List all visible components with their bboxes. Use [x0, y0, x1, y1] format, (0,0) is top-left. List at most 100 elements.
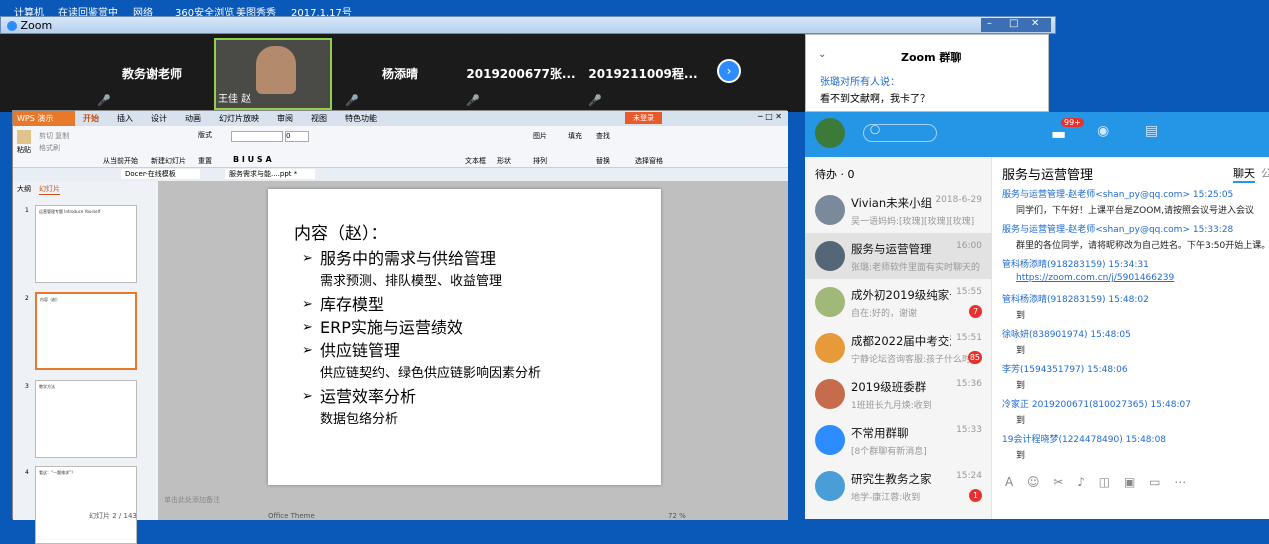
- tab-features[interactable]: 特色功能: [345, 113, 377, 124]
- slide-bullet: ➢ 库存模型: [302, 295, 385, 314]
- announcement-tab[interactable]: 公: [1261, 165, 1269, 181]
- emoji-icon[interactable]: ☺: [1027, 475, 1040, 489]
- chat-pane: 服务与运营管理 聊天 公 服务与运营管理-赵老师<shan_py@qq.com>…: [993, 157, 1269, 519]
- more-icon[interactable]: ⋯: [1174, 475, 1186, 489]
- slide-bullets: ➢ 服务中的需求与供给管理 需求预测、排队模型、收益管理 ➢ 库存模型 ➢ ERP实施与运营…: [302, 247, 541, 431]
- zoom-chat-title: Zoom 群聊: [901, 51, 962, 64]
- thumb-number: 3: [25, 383, 29, 390]
- conversation-item[interactable]: 成外初2019级纯家长 15:55 自在:好的，谢谢 7: [805, 279, 992, 325]
- message-sender[interactable]: 管科杨添晴(918283159) 15:48:02: [1002, 292, 1149, 305]
- minimize-icon[interactable]: –: [987, 18, 992, 29]
- conversation-item[interactable]: 服务与运营管理 16:00 张璐:老师软件里面有实时聊天的: [805, 233, 992, 279]
- message-sender[interactable]: 服务与运营管理-赵老师<shan_py@qq.com> 15:25:05: [1002, 187, 1233, 200]
- textbox-button[interactable]: 文本框: [465, 156, 486, 166]
- participant-video-active[interactable]: 王佳 赵: [214, 38, 332, 110]
- paste-icon[interactable]: [17, 130, 31, 144]
- participant-tile[interactable]: 杨添晴 🎤: [341, 38, 459, 110]
- from-current-button[interactable]: 从当前开始: [103, 156, 138, 166]
- window-controls: – □ ✕: [981, 18, 1051, 32]
- participant-name: 2019211009程...: [588, 67, 698, 81]
- notes-placeholder[interactable]: 单击此处添加备注: [164, 495, 220, 505]
- copy-button[interactable]: 复制: [55, 132, 69, 140]
- avatar[interactable]: [815, 118, 845, 148]
- window-controls-icon[interactable]: ─ □ ✕: [758, 112, 782, 121]
- gift-icon[interactable]: ◫: [1099, 475, 1110, 489]
- conversation-time: 15:33: [956, 425, 982, 435]
- files-icon[interactable]: ▤: [1145, 123, 1158, 139]
- slide-thumbnail-selected[interactable]: 内容（赵）: [35, 292, 137, 370]
- message-text: 同学们，下午好！上课平台是ZOOM,请按照会议号进入会议: [1016, 206, 1254, 216]
- bullet-arrow-icon: ➢: [302, 320, 313, 335]
- tab-view[interactable]: 视图: [311, 113, 327, 124]
- message-sender[interactable]: 19会计程晓梦(1224478490) 15:48:08: [1002, 432, 1166, 445]
- message-sender[interactable]: 李芳(1594351797) 15:48:06: [1002, 362, 1128, 375]
- conversation-item[interactable]: 2019级班委群 15:36 1班班长九月焕:收到: [805, 371, 992, 417]
- zoom-titlebar: Zoom – □ ✕: [0, 16, 1056, 34]
- layout-button[interactable]: 版式: [198, 130, 212, 140]
- image-icon[interactable]: ▣: [1124, 475, 1135, 489]
- voice-icon[interactable]: ♪: [1077, 475, 1085, 489]
- outline-tab[interactable]: 大纲: [17, 184, 31, 194]
- slide-bullet: ➢ 供应链管理: [302, 341, 401, 360]
- login-button[interactable]: 未登录: [625, 112, 662, 124]
- shape-button[interactable]: 形状: [497, 156, 511, 166]
- paste-button[interactable]: 粘贴: [17, 146, 31, 154]
- tab-animation[interactable]: 动画: [185, 113, 201, 124]
- participant-tile[interactable]: 2019211009程... 🎤: [584, 38, 702, 110]
- replace-button[interactable]: 替换: [596, 156, 610, 166]
- chevron-down-icon[interactable]: ⌄: [818, 49, 826, 60]
- format-painter-button[interactable]: 格式刷: [39, 144, 60, 152]
- participant-tile[interactable]: 教务谢老师 🎤: [93, 38, 211, 110]
- cut-button[interactable]: 剪切: [39, 132, 53, 140]
- message-text: 群里的各位同学，请将昵称改为自己姓名。下午3:50开始上课。: [1016, 241, 1269, 251]
- conversation-item[interactable]: 研究生教务之家 15:24 地学-康江蓉:收到 1: [805, 463, 992, 509]
- thumb-text: 运营管理专题 Introduce Yourself: [39, 209, 101, 214]
- doc-tab-ppt[interactable]: 服务需求与能....ppt *: [225, 169, 316, 179]
- tab-design[interactable]: 设计: [151, 113, 167, 124]
- tab-slideshow[interactable]: 幻灯片放映: [219, 113, 259, 124]
- arrange-button[interactable]: 排列: [533, 156, 547, 166]
- current-slide[interactable]: 内容（赵）： ➢ 服务中的需求与供给管理 需求预测、排队模型、收益管理 ➢ 库存模型 ➢ E…: [268, 189, 661, 485]
- tab-review[interactable]: 审阅: [277, 113, 293, 124]
- fill-button[interactable]: 填充: [568, 131, 582, 141]
- find-button[interactable]: 查找: [596, 131, 610, 141]
- screenshot-icon[interactable]: ✂: [1053, 475, 1063, 489]
- font-select[interactable]: [231, 131, 283, 142]
- slide-thumbnail[interactable]: 教学方法: [35, 380, 137, 458]
- close-icon[interactable]: ✕: [1031, 18, 1039, 29]
- conversation-item[interactable]: 不常用群聊 15:33 [8个群聊有新消息]: [805, 417, 992, 463]
- message-link[interactable]: https://zoom.com.cn/j/5901466239: [1002, 273, 1174, 283]
- slide-thumbnail[interactable]: 运营管理专题 Introduce Yourself: [35, 205, 137, 283]
- participant-tile[interactable]: 2019200677张... 🎤: [462, 38, 580, 110]
- slide-thumbnail[interactable]: 看这：“一题难求”？: [35, 466, 137, 544]
- conversation-item[interactable]: 成都2022届中考交流 15:51 宁静论坛咨询客服:孩子什么时 85: [805, 325, 992, 371]
- picture-button[interactable]: 图片: [533, 131, 547, 141]
- message-sender[interactable]: 管科杨添晴(918283159) 15:34:31: [1002, 257, 1149, 270]
- message-sender[interactable]: 徐咏妍(838901974) 15:48:05: [1002, 327, 1131, 340]
- todo-label[interactable]: 待办 · 0: [815, 166, 855, 182]
- font-icon[interactable]: A: [1005, 475, 1013, 489]
- tab-home[interactable]: 开始: [83, 113, 99, 124]
- search-input[interactable]: ◯: [863, 124, 937, 142]
- contacts-icon[interactable]: ◉: [1097, 123, 1109, 139]
- conversation-item[interactable]: Vivian未来小组 2018-6-29 吴一语妈妈:[玫瑰][玫瑰][玫瑰]: [805, 187, 992, 233]
- maximize-icon[interactable]: □: [1009, 18, 1018, 29]
- tab-insert[interactable]: 插入: [117, 113, 133, 124]
- wps-app-button[interactable]: WPS 演示: [13, 111, 75, 126]
- conversation-time: 15:24: [956, 471, 982, 481]
- folder-icon[interactable]: ▭: [1149, 475, 1160, 489]
- slides-tab[interactable]: 幻灯片: [39, 184, 60, 195]
- conversation-items: Vivian未来小组 2018-6-29 吴一语妈妈:[玫瑰][玫瑰][玫瑰] 服务与…: [805, 187, 992, 519]
- chat-title: 服务与运营管理: [1002, 168, 1094, 183]
- message-sender[interactable]: 服务与运营管理-赵老师<shan_py@qq.com> 15:33:28: [1002, 222, 1233, 235]
- message-sender[interactable]: 冷家正 2019200671(810027365) 15:48:07: [1002, 397, 1191, 410]
- reset-button[interactable]: 重置: [198, 156, 212, 166]
- font-size-select[interactable]: 0: [285, 131, 309, 142]
- doc-tab-docer[interactable]: Docer-在线模板: [121, 169, 200, 179]
- next-page-button[interactable]: ›: [717, 59, 741, 83]
- selection-pane-button[interactable]: 选择窗格: [635, 156, 663, 166]
- new-slide-button[interactable]: 新建幻灯片: [151, 156, 186, 166]
- chat-tab[interactable]: 聊天: [1233, 165, 1255, 183]
- conversation-name: 成都2022届中考交流: [851, 334, 951, 348]
- font-style-buttons[interactable]: B I U S A: [233, 155, 272, 164]
